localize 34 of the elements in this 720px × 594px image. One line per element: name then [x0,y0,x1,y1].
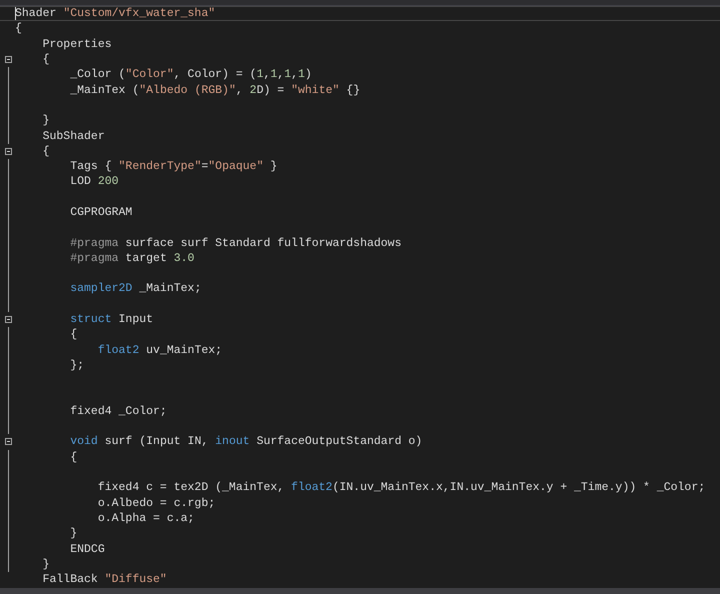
code-line: float2 uv_MainTex; [96,342,222,358]
code-line: { [42,144,50,159]
code-line: o.Alpha = c.a; [96,510,194,526]
code-line: o.Albedo = c.rgb; [96,496,216,511]
code-line: _MainTex ("Albedo (RGB)", 2D) = "white" {} [69,82,360,98]
code-line: { [69,450,78,465]
code-line: SubShader [42,128,105,144]
code-line: #pragma target 3.0 [69,250,194,266]
code-line: } [42,113,50,128]
collapse-icon[interactable] [4,148,12,155]
code-line: sampler2D _MainTex; [69,281,202,296]
horizontal-scrollbar[interactable] [0,588,720,594]
code-line: { [15,21,22,36]
code-line: }; [69,358,84,373]
code-line: Tags { "RenderType"="Opaque" } [69,159,278,174]
code-line: LOD 200 [69,174,119,190]
code-line: { [69,327,78,342]
collapse-icon[interactable] [4,438,12,446]
code-line: #pragma surface surf Standard fullforwardshadows [69,236,402,251]
collapse-icon[interactable] [4,56,12,64]
code-line: FallBack "Diffuse" [42,572,167,588]
code-line: } [69,526,78,542]
code-line: } [42,556,50,572]
code-line: CGPROGRAM [69,205,132,220]
code-line: Shader "Custom/vfx_water_sha" [15,6,216,22]
code-line: Properties [42,36,112,52]
collapse-icon[interactable] [4,316,12,324]
code-line: ENDCG [69,542,105,557]
code-line: { [42,52,50,68]
code-line: struct Input [69,312,154,328]
code-line: fixed4 c = tex2D (_MainTex, float2(IN.uv_MainTex.x,IN.uv_MainTex.y + _Time.y)) * _Color; [96,480,706,496]
code-line: void surf (Input IN, inout SurfaceOutputStandard o) [69,434,422,450]
code-line: fixed4 _Color; [69,404,167,419]
code-line: _Color ("Color", Color) = (1,1,1,1) [69,67,312,82]
